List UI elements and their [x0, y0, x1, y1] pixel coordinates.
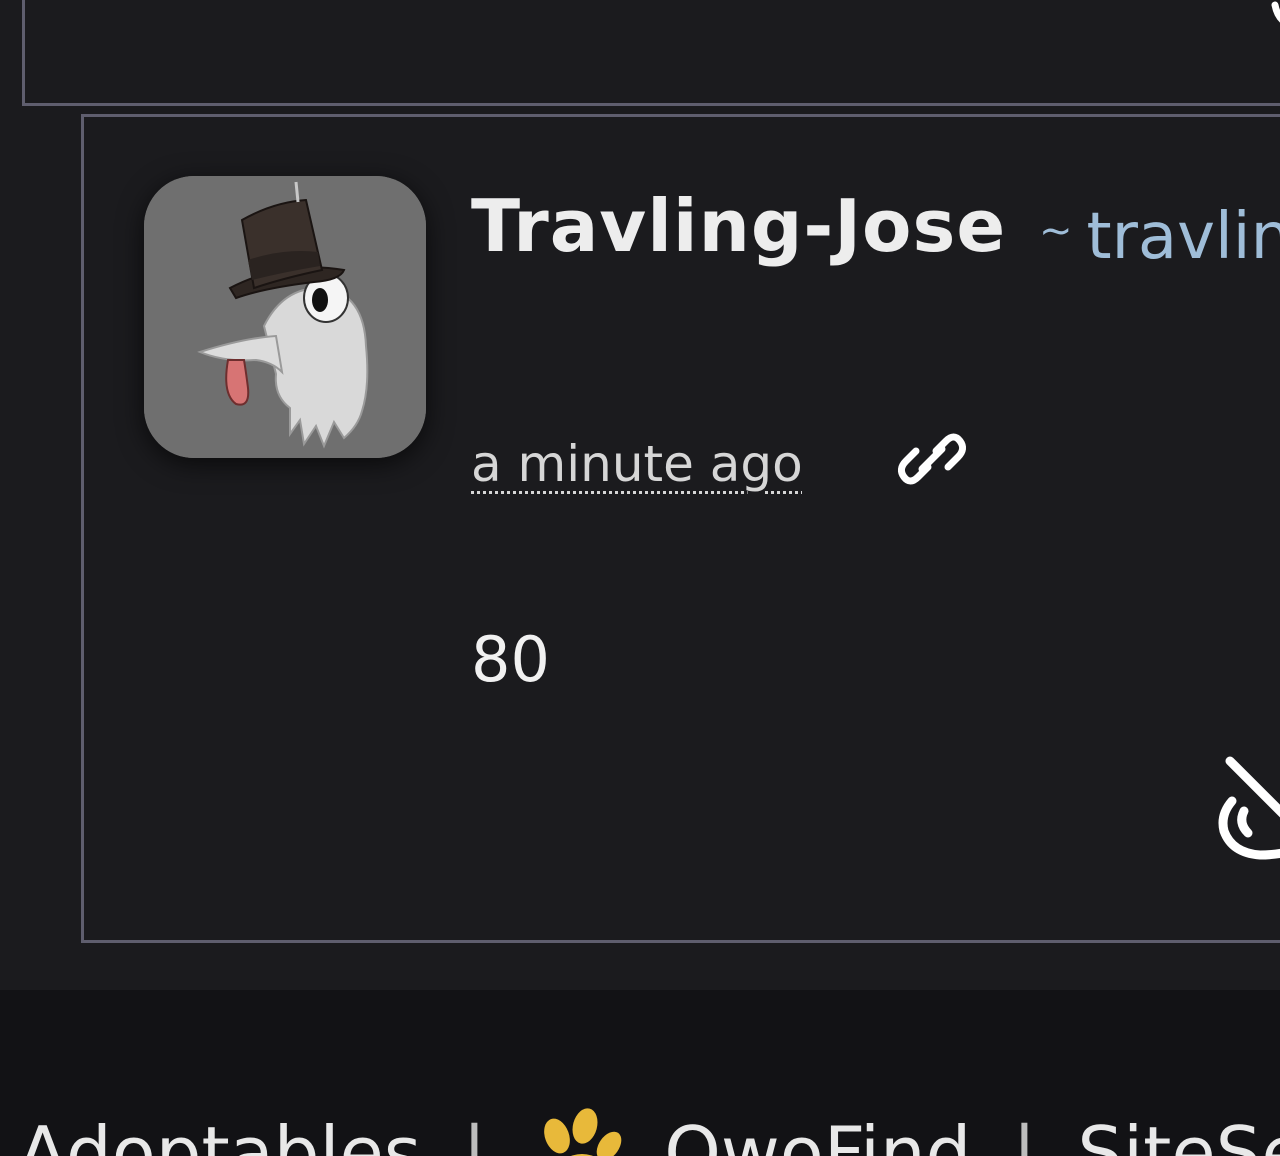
reply-comment: Travling-Jose ~ travlin a minute ago 80	[81, 114, 1280, 943]
handle-text: travlin	[1086, 200, 1280, 274]
link-icon[interactable]	[896, 423, 968, 495]
footer-separator: |	[462, 1111, 487, 1156]
parent-comment	[22, 0, 1280, 106]
footer-link-owofind[interactable]: OwoFind	[664, 1111, 971, 1156]
paw-icon	[544, 1108, 622, 1156]
avatar-illustration	[144, 176, 426, 458]
user-avatar[interactable]	[144, 176, 426, 458]
display-name[interactable]: Travling-Jose	[471, 181, 1006, 271]
footer-link-adoptables[interactable]: Adoptables	[18, 1111, 421, 1156]
site-footer: Adoptables | OwoFind | SiteSearch	[0, 990, 1280, 1156]
hide-icon[interactable]	[1214, 749, 1280, 869]
comment-timestamp[interactable]: a minute ago	[471, 429, 803, 499]
footer-separator-2: |	[1012, 1111, 1037, 1156]
comment-body: 80	[471, 623, 550, 696]
footer-link-sitesearch[interactable]: SiteSearch	[1077, 1111, 1280, 1156]
page: Travling-Jose ~ travlin a minute ago 80 A…	[0, 0, 1280, 1156]
hide-icon[interactable]	[1267, 0, 1280, 41]
handle-prefix: ~	[1039, 208, 1073, 254]
username-handle[interactable]: ~ travlin	[1039, 191, 1280, 277]
footer-links: Adoptables | OwoFind | SiteSearch	[18, 1108, 1280, 1156]
